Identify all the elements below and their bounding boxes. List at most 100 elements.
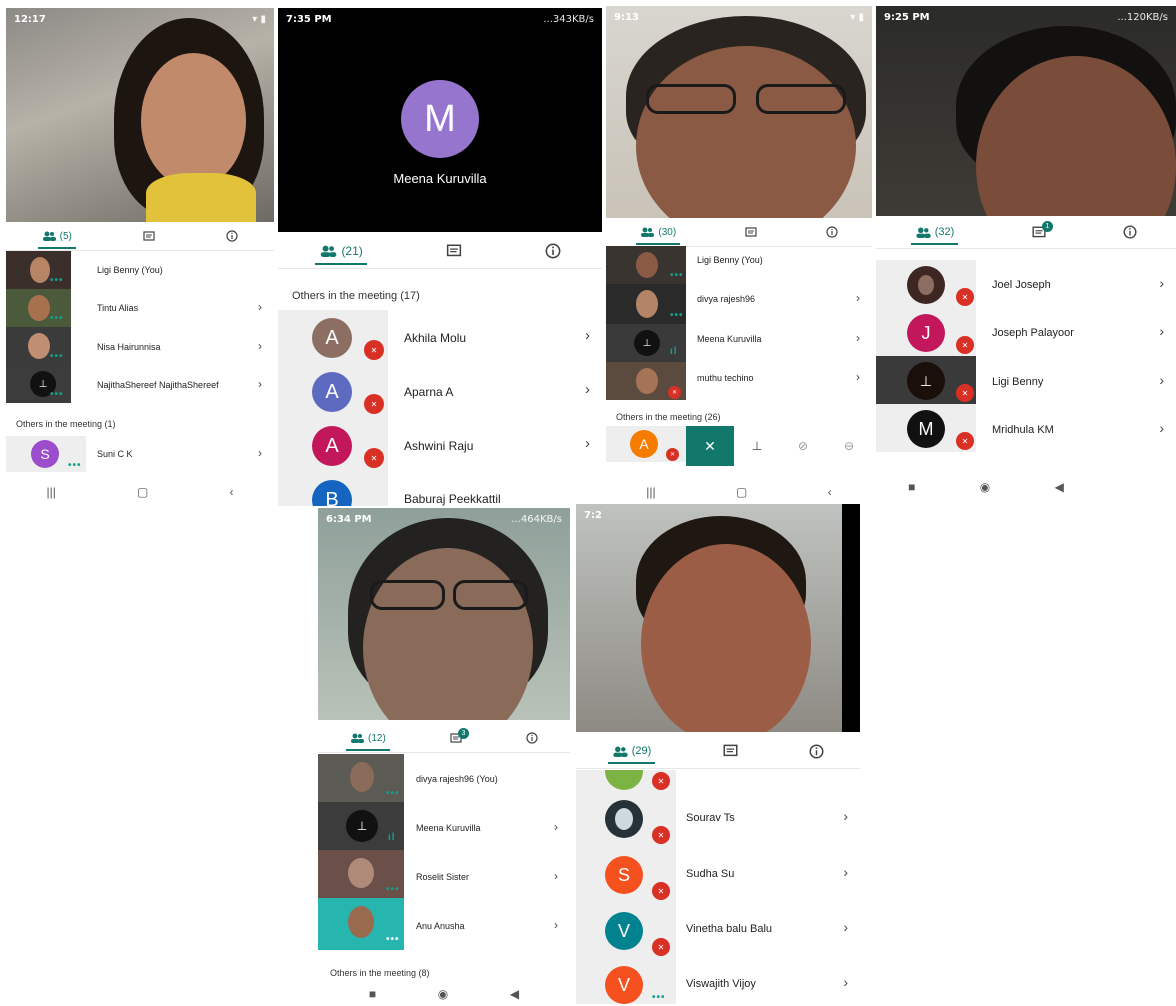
participant-name: Ligi Benny — [992, 376, 1044, 388]
video-feed: 7:35 PM ...343KB/s M Meena Kuruvilla — [278, 8, 602, 232]
tab-chat[interactable]: 3 — [450, 727, 469, 744]
tab-people[interactable]: (12) — [346, 732, 390, 751]
recents-icon[interactable]: ■ — [369, 987, 376, 1001]
more-dots-icon: ••• — [386, 884, 400, 895]
chat-icon — [745, 226, 757, 237]
chevron-right-icon[interactable]: › — [843, 808, 848, 824]
tab-people[interactable]: (5) — [37, 231, 77, 249]
chevron-right-icon[interactable]: › — [585, 435, 590, 452]
home-icon[interactable]: ▢ — [137, 485, 148, 499]
tab-chat[interactable] — [745, 226, 757, 238]
tab-people[interactable]: (32) — [910, 226, 958, 245]
tab-chat[interactable] — [143, 230, 155, 242]
tab-chat[interactable] — [446, 244, 462, 258]
mic-off-icon: ✕ — [956, 432, 974, 450]
yellow-clothing — [146, 173, 256, 222]
avatar-initial: B — [325, 488, 339, 507]
android-nav-bar: ■ ◉ ◀ — [338, 986, 550, 1002]
back-icon[interactable]: ◀ — [510, 987, 519, 1001]
participant-thumb: M ✕ — [876, 404, 976, 452]
participant-name: Suni C K — [97, 449, 133, 459]
chevron-right-icon[interactable]: › — [856, 291, 860, 305]
back-icon[interactable]: ◀ — [1055, 480, 1064, 494]
chevron-right-icon[interactable]: › — [258, 377, 262, 391]
participant-thumb: A ✕ — [278, 310, 388, 364]
remove-button[interactable]: ⊖ — [826, 426, 872, 466]
back-icon[interactable]: ‹ — [828, 485, 832, 499]
chevron-right-icon[interactable]: › — [843, 919, 848, 935]
mic-off-icon: ✕ — [652, 882, 670, 900]
more-dots-icon: ••• — [50, 389, 64, 400]
participant-thumb: ••• — [6, 251, 71, 289]
speaker-avatar: M — [401, 80, 479, 158]
chevron-right-icon[interactable]: › — [585, 381, 590, 398]
tab-chat[interactable] — [723, 744, 738, 758]
participant-thumb: ⊥ ıl — [318, 802, 404, 850]
back-icon[interactable]: ‹ — [229, 485, 233, 499]
tab-info[interactable] — [826, 226, 838, 238]
people-count: (12) — [368, 732, 386, 744]
tab-bar: (21) — [278, 234, 602, 269]
tab-people[interactable]: (21) — [315, 244, 368, 265]
tab-chat[interactable]: 1 — [1032, 220, 1053, 239]
people-count: (32) — [934, 226, 955, 238]
home-icon[interactable]: ▢ — [736, 485, 747, 499]
tab-info[interactable] — [526, 732, 538, 744]
status-bar: 7:35 PM ...343KB/s — [278, 8, 602, 30]
people-count: (21) — [341, 244, 363, 258]
video-feed: 9:25 PM ...120KB/s — [876, 6, 1176, 216]
participant-thumb: ••• — [606, 246, 686, 284]
chevron-right-icon[interactable]: › — [1159, 275, 1164, 291]
status-icons: ...343KB/s — [543, 13, 594, 25]
audio-level-icon: ıl — [670, 346, 678, 357]
chevron-right-icon[interactable]: › — [1159, 372, 1164, 388]
chevron-right-icon[interactable]: › — [258, 339, 262, 353]
participant-name: Ashwini Raju — [404, 439, 474, 453]
thumb-face — [348, 906, 374, 938]
chevron-right-icon[interactable]: › — [843, 974, 848, 990]
home-icon[interactable]: ◉ — [980, 480, 990, 494]
close-button[interactable]: ✕ — [686, 426, 734, 466]
chevron-right-icon[interactable]: › — [258, 446, 262, 460]
info-icon — [545, 243, 560, 259]
avatar: V — [605, 912, 643, 950]
mute-button[interactable]: ⊘ — [780, 426, 826, 466]
chevron-right-icon[interactable]: › — [1159, 323, 1164, 339]
chevron-right-icon[interactable]: › — [554, 820, 558, 834]
chevron-right-icon[interactable]: › — [1159, 420, 1164, 436]
tab-info[interactable] — [545, 243, 561, 259]
home-icon[interactable]: ◉ — [438, 987, 448, 1001]
chat-icon — [446, 244, 461, 257]
tab-info[interactable] — [226, 230, 238, 242]
chevron-right-icon[interactable]: › — [554, 869, 558, 883]
chevron-right-icon[interactable]: › — [856, 370, 860, 384]
participant-name: Tintu Alias — [97, 303, 139, 313]
avatar: A — [312, 426, 352, 466]
chevron-right-icon[interactable]: › — [843, 864, 848, 880]
recents-icon[interactable]: ||| — [47, 485, 56, 499]
tab-people[interactable]: (29) — [607, 745, 655, 764]
chevron-right-icon[interactable]: › — [856, 331, 860, 345]
more-dots-icon: ••• — [386, 934, 400, 945]
tab-info[interactable] — [1123, 225, 1137, 239]
thumb-face — [28, 295, 50, 321]
participant-thumb: ••• — [318, 898, 404, 950]
participant-name: Sourav Ts — [686, 812, 735, 824]
tab-info[interactable] — [809, 744, 824, 759]
screenshot-5: 6:34 PM ...464KB/s (12) 3 ••• divya rajes… — [318, 508, 570, 1002]
status-time: 7:2 — [584, 509, 602, 521]
participant-name: Ligi Benny (You) — [97, 265, 163, 275]
recents-icon[interactable]: ||| — [646, 485, 655, 499]
mic-off-icon: ✕ — [956, 336, 974, 354]
chat-icon — [723, 744, 738, 757]
close-icon: ✕ — [704, 437, 716, 454]
screenshot-1: 12:17 ▾ ▮ (5) ••• Ligi Benny (You) ••• Ti… — [6, 8, 274, 502]
tab-people[interactable]: (30) — [636, 227, 680, 245]
chevron-right-icon[interactable]: › — [585, 327, 590, 344]
participant-thumb: ✕ — [876, 260, 976, 308]
recents-icon[interactable]: ■ — [908, 480, 915, 494]
avatar: B — [312, 480, 352, 506]
chevron-right-icon[interactable]: › — [554, 918, 558, 932]
pin-button[interactable]: ⊥ — [734, 426, 780, 466]
chevron-right-icon[interactable]: › — [258, 300, 262, 314]
